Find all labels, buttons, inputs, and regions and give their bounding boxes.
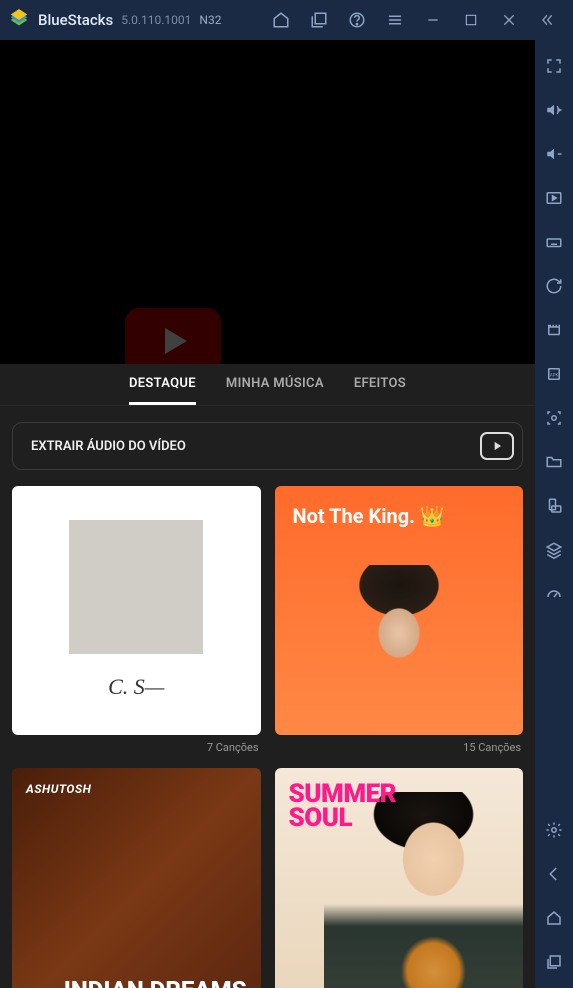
extract-audio-label: EXTRAIR ÁUDIO DO VÍDEO [31, 439, 470, 454]
album-title: INDIAN DREAMS [26, 978, 247, 988]
version-label: 5.0.110.1001 [121, 13, 191, 27]
media-player-icon[interactable] [542, 186, 566, 210]
minimize-button[interactable] [415, 2, 451, 38]
album-title: Not The King. 👑 [293, 504, 506, 528]
memory-icon[interactable] [542, 318, 566, 342]
extract-audio-row[interactable]: EXTRAIR ÁUDIO DO VÍDEO [12, 422, 523, 470]
volume-down-icon[interactable] [542, 142, 566, 166]
app-name: BlueStacks [38, 11, 113, 29]
speedometer-icon[interactable] [542, 582, 566, 606]
recents-icon[interactable] [542, 950, 566, 974]
album-art: ASHUTOSH INDIAN DREAMS [12, 768, 261, 988]
layers-icon[interactable] [542, 538, 566, 562]
close-button[interactable] [491, 2, 527, 38]
album-count: 15 Canções [275, 735, 524, 754]
volume-up-icon[interactable] [542, 98, 566, 122]
music-panel: DESTAQUE MINHA MÚSICA EFEITOS EXTRAIR ÁU… [0, 364, 535, 988]
svg-text:APK: APK [550, 372, 559, 378]
album-art: SUMMERSOUL [275, 768, 524, 988]
video-preview[interactable] [0, 40, 535, 364]
album-card[interactable]: Not The King. 👑 15 Canções [275, 486, 524, 754]
album-art: Not The King. 👑 [275, 486, 524, 735]
album-title: SUMMERSOUL [289, 782, 397, 831]
help-button[interactable] [339, 2, 375, 38]
sync-icon[interactable] [542, 274, 566, 298]
gear-icon[interactable] [542, 818, 566, 842]
home-icon[interactable] [542, 906, 566, 930]
album-count: 7 Canções [12, 735, 261, 754]
bluestacks-logo-icon [8, 9, 30, 31]
album-card[interactable]: ASHUTOSH INDIAN DREAMS [12, 768, 261, 988]
album-art: C. S— [12, 486, 261, 735]
side-rail: APK [535, 40, 573, 988]
folder-icon[interactable] [542, 450, 566, 474]
maximize-button[interactable] [453, 2, 489, 38]
fullscreen-icon[interactable] [542, 54, 566, 78]
menu-button[interactable] [377, 2, 413, 38]
back-icon[interactable] [542, 862, 566, 886]
apk-icon[interactable]: APK [542, 362, 566, 386]
extract-audio-button[interactable] [480, 432, 514, 460]
titlebar: BlueStacks 5.0.110.1001 N32 [0, 0, 573, 40]
album-artist: ASHUTOSH [26, 782, 247, 796]
album-card[interactable]: SUMMERSOUL [275, 768, 524, 988]
music-tabs: DESTAQUE MINHA MÚSICA EFEITOS [0, 364, 535, 406]
album-grid: C. S— 7 Canções Not The King. 👑 15 Cançõ… [0, 486, 535, 988]
home-button[interactable] [263, 2, 299, 38]
arch-label: N32 [199, 13, 221, 27]
multi-instance-button[interactable] [301, 2, 337, 38]
collapse-sidebar-button[interactable] [529, 2, 565, 38]
youtube-subscribe-icon [125, 308, 221, 364]
tab-destaque[interactable]: DESTAQUE [129, 365, 196, 405]
tab-efeitos[interactable]: EFEITOS [354, 365, 406, 405]
screenshot-icon[interactable] [542, 406, 566, 430]
keyboard-icon[interactable] [542, 230, 566, 254]
tab-minha-musica[interactable]: MINHA MÚSICA [226, 365, 324, 405]
app-area: DESTAQUE MINHA MÚSICA EFEITOS EXTRAIR ÁU… [0, 40, 535, 988]
rotate-icon[interactable] [542, 494, 566, 518]
album-card[interactable]: C. S— 7 Canções [12, 486, 261, 754]
